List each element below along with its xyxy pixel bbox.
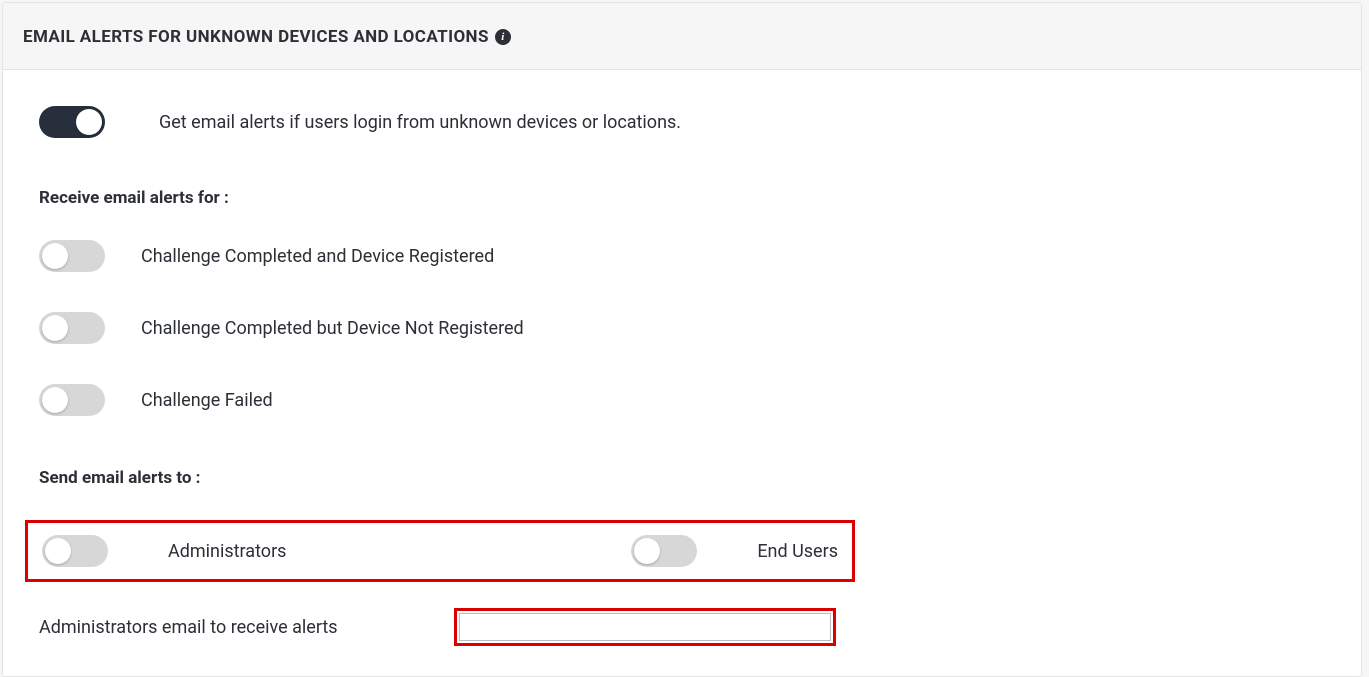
option-label: Challenge Completed but Device Not Regis… (141, 318, 524, 339)
send-targets-highlight: Administrators End Users (25, 520, 855, 582)
option-label: Challenge Completed and Device Registere… (141, 246, 494, 267)
email-alerts-card: EMAIL ALERTS FOR UNKNOWN DEVICES AND LOC… (2, 2, 1362, 677)
admin-email-label: Administrators email to receive alerts (39, 617, 338, 638)
option-row-challenge-completed-registered: Challenge Completed and Device Registere… (39, 240, 1325, 272)
target-administrators: Administrators (42, 535, 286, 567)
admin-email-highlight (454, 608, 836, 646)
toggle-administrators[interactable] (42, 535, 108, 567)
email-alerts-toggle[interactable] (39, 106, 105, 138)
send-section-title: Send email alerts to : (39, 468, 1325, 488)
card-title: EMAIL ALERTS FOR UNKNOWN DEVICES AND LOC… (23, 27, 489, 47)
toggle-knob (634, 538, 660, 564)
send-targets-group: Administrators End Users (25, 520, 855, 582)
toggle-knob (42, 387, 68, 413)
toggle-end-users[interactable] (631, 535, 697, 567)
admin-email-input[interactable] (459, 613, 831, 641)
card-header: EMAIL ALERTS FOR UNKNOWN DEVICES AND LOC… (3, 3, 1361, 70)
toggle-knob (42, 243, 68, 269)
toggle-challenge-failed[interactable] (39, 384, 105, 416)
toggle-challenge-completed-registered[interactable] (39, 240, 105, 272)
target-label: Administrators (168, 541, 286, 562)
option-row-challenge-completed-not-registered: Challenge Completed but Device Not Regis… (39, 312, 1325, 344)
target-label: End Users (757, 541, 838, 562)
option-row-challenge-failed: Challenge Failed (39, 384, 1325, 416)
toggle-knob (42, 315, 68, 341)
toggle-challenge-completed-not-registered[interactable] (39, 312, 105, 344)
toggle-knob (76, 109, 102, 135)
receive-section-title: Receive email alerts for : (39, 188, 1325, 208)
admin-email-row: Administrators email to receive alerts (39, 608, 1325, 646)
option-label: Challenge Failed (141, 390, 273, 411)
main-toggle-row: Get email alerts if users login from unk… (39, 106, 1325, 138)
toggle-knob (45, 538, 71, 564)
email-alerts-description: Get email alerts if users login from unk… (159, 112, 681, 133)
info-icon[interactable]: i (495, 29, 511, 45)
target-end-users: End Users (631, 535, 838, 567)
card-body: Get email alerts if users login from unk… (3, 70, 1361, 676)
